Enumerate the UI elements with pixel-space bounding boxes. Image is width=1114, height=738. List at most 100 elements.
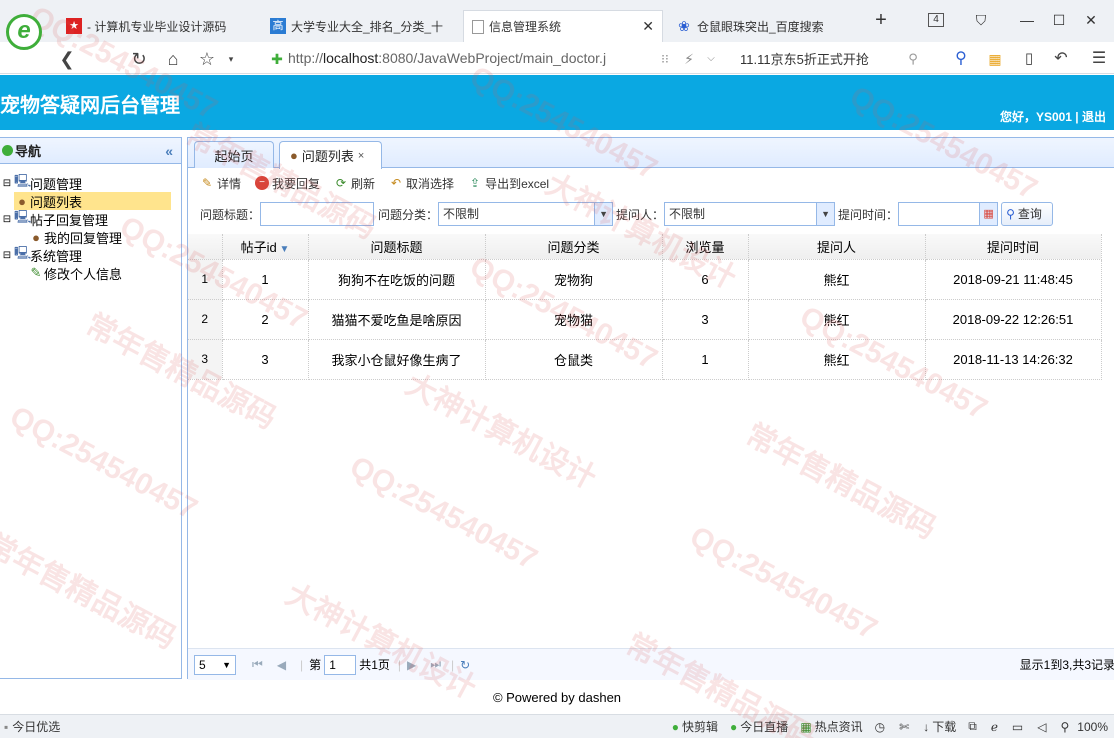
first-page-icon[interactable]: ⏮ bbox=[252, 657, 263, 672]
status-item[interactable]: 今日直播 bbox=[740, 718, 788, 735]
tree-node-edit-profile[interactable]: ✎ 修改个人信息 bbox=[28, 264, 181, 282]
cell-views: 3 bbox=[662, 299, 749, 340]
tab-count-badge[interactable]: 4 bbox=[928, 13, 944, 27]
last-page-icon[interactable]: ⏭ bbox=[430, 657, 441, 672]
prev-page-icon[interactable]: ◀ bbox=[277, 658, 286, 672]
star-icon[interactable]: ☆ bbox=[196, 48, 218, 70]
table-row[interactable]: 2 2 猫猫不爱吃鱼是啥原因 宠物猫 3 熊红 2018-09-22 12:26… bbox=[188, 299, 1102, 340]
page-prefix: 第 bbox=[309, 658, 322, 672]
zoom-icon[interactable]: ⚲ bbox=[1061, 720, 1070, 734]
ie-icon[interactable]: ℯ bbox=[991, 720, 998, 734]
close-tab-icon[interactable]: ✕ bbox=[642, 18, 654, 35]
pager-refresh-icon[interactable]: ↻ bbox=[460, 658, 470, 672]
calendar-icon[interactable]: ▦ bbox=[979, 203, 998, 225]
refresh-button[interactable]: ⟳ 刷新 bbox=[334, 172, 375, 194]
zoom-level[interactable]: 100% bbox=[1077, 720, 1108, 734]
minimize-icon[interactable]: — bbox=[1016, 10, 1038, 30]
table-row[interactable]: 3 3 我家小仓鼠好像生病了 仓鼠类 1 熊红 2018-11-13 14:26… bbox=[188, 339, 1102, 380]
column-header-title[interactable]: 问题标题 bbox=[308, 234, 486, 260]
cell-title: 狗狗不在吃饭的问题 bbox=[308, 259, 486, 300]
refresh-icon[interactable]: ↻ bbox=[128, 48, 150, 70]
address-dropdown-icon[interactable]: ⌵ bbox=[700, 48, 722, 70]
export-icon: ⇪ bbox=[470, 176, 481, 190]
column-header-id[interactable]: 帖子id ▼ bbox=[222, 234, 309, 260]
column-header-views[interactable]: 浏览量 bbox=[662, 234, 749, 260]
rownum-header bbox=[188, 234, 223, 260]
new-tab-icon[interactable]: + bbox=[870, 10, 892, 30]
shirt-icon[interactable]: ⛉ bbox=[970, 10, 992, 30]
search-icon[interactable]: ⚲ bbox=[950, 48, 972, 70]
cell-views: 1 bbox=[662, 339, 749, 380]
status-item[interactable]: 热点资讯 bbox=[815, 718, 863, 735]
tools-icon[interactable]: ✄ bbox=[899, 720, 909, 734]
pencil-icon: ✎ bbox=[30, 265, 42, 280]
asker-filter-select[interactable]: 不限制 ▼ bbox=[664, 202, 836, 226]
column-header-time[interactable]: 提问时间 bbox=[925, 234, 1102, 260]
browser-tab-label: - 计算机专业毕业设计源码 bbox=[87, 19, 227, 34]
browser-tab-4[interactable]: ❀ 仓鼠眼珠突出_百度搜索 bbox=[668, 10, 858, 42]
user-greeting[interactable]: 您好，YS001 | 退出 bbox=[1000, 108, 1106, 125]
detail-button[interactable]: ✎ 详情 bbox=[200, 172, 241, 194]
lightning-icon[interactable]: ⚡ bbox=[678, 48, 700, 70]
chevron-down-icon[interactable]: ▼ bbox=[594, 203, 613, 225]
browser-tab-1[interactable]: ★ - 计算机专业毕业设计源码 bbox=[58, 10, 258, 42]
table-row[interactable]: 1 1 狗狗不在吃饭的问题 宠物狗 6 熊红 2018-09-21 11:48:… bbox=[188, 259, 1102, 300]
next-page-icon[interactable]: ▶ bbox=[407, 658, 416, 672]
search-small-icon[interactable]: ⚲ bbox=[902, 48, 924, 70]
collapse-icon[interactable]: « bbox=[165, 143, 173, 159]
tree-collapse-icon[interactable]: ⊟ bbox=[0, 250, 14, 261]
phone-icon[interactable]: ▯ bbox=[1018, 48, 1040, 70]
download-icon: ↓ bbox=[923, 719, 930, 734]
clear-selection-button[interactable]: ↶ 取消选择 bbox=[389, 172, 454, 194]
row-number: 1 bbox=[188, 259, 223, 300]
page-number-input[interactable] bbox=[324, 654, 357, 675]
title-filter-input[interactable] bbox=[260, 202, 375, 226]
column-header-asker[interactable]: 提问人 bbox=[748, 234, 926, 260]
home-icon[interactable]: ⌂ bbox=[162, 48, 184, 70]
tab-question-list[interactable]: ● 问题列表 × bbox=[279, 141, 382, 169]
export-excel-button[interactable]: ⇪ 导出到excel bbox=[468, 172, 549, 194]
tree-node-reply-mgmt[interactable]: ⊟ 🖳 帖子回复管理 bbox=[0, 209, 181, 228]
screen-icon[interactable]: ▭ bbox=[1012, 720, 1023, 734]
maximize-icon[interactable]: ☐ bbox=[1048, 10, 1070, 30]
query-button[interactable]: ⚲ 查询 bbox=[1001, 202, 1054, 226]
clock-icon[interactable]: ◷ bbox=[875, 720, 885, 734]
close-window-icon[interactable]: ✕ bbox=[1080, 10, 1102, 30]
column-header-category[interactable]: 问题分类 bbox=[485, 234, 663, 260]
sort-desc-icon[interactable]: ▼ bbox=[277, 244, 289, 255]
undo-icon[interactable]: ↶ bbox=[1050, 48, 1072, 70]
category-filter-select[interactable]: 不限制 ▼ bbox=[438, 202, 614, 226]
back-icon[interactable]: ❮ bbox=[56, 48, 78, 70]
cell-time: 2018-11-13 14:26:32 bbox=[925, 339, 1102, 380]
tree-node-question-list[interactable]: ● 问题列表 bbox=[14, 192, 171, 210]
browser-tab-2[interactable]: 高 大学专业大全_排名_分类_十 bbox=[262, 10, 458, 42]
status-item[interactable]: 快剪辑 bbox=[682, 718, 718, 735]
tree-node-my-replies[interactable]: ● 我的回复管理 bbox=[28, 228, 181, 246]
browser-tab-3[interactable]: 信息管理系统 ✕ bbox=[463, 10, 663, 42]
cell-time: 2018-09-21 11:48:45 bbox=[925, 259, 1102, 300]
status-item[interactable]: 下载 bbox=[932, 718, 956, 735]
menu-icon[interactable]: ☰ bbox=[1088, 48, 1110, 70]
cell-asker: 熊红 bbox=[748, 259, 926, 300]
star-dropdown-icon[interactable]: ▾ bbox=[220, 48, 242, 70]
browser-logo-icon: e bbox=[6, 14, 42, 50]
tab-close-icon[interactable]: × bbox=[358, 150, 364, 162]
tree-collapse-icon[interactable]: ⊟ bbox=[0, 214, 14, 225]
chevron-down-icon[interactable]: ▼ bbox=[222, 654, 231, 676]
apps-icon[interactable]: ▦ bbox=[984, 48, 1006, 70]
tree-collapse-icon[interactable]: ⊟ bbox=[0, 178, 14, 189]
window-icon[interactable]: ⧉ bbox=[968, 719, 977, 734]
time-filter-input[interactable]: ▦ bbox=[898, 202, 999, 226]
status-left-text[interactable]: 今日优选 bbox=[12, 718, 60, 735]
search-suggestion-text: 11.11京东5折正式开抢 bbox=[740, 51, 869, 67]
volume-icon[interactable]: ◁ bbox=[1037, 720, 1046, 734]
tab-start-page[interactable]: 起始页 bbox=[194, 141, 274, 168]
question-table: 帖子id ▼ 问题标题 问题分类 浏览量 提问人 提问时间 1 1 狗狗不在吃饭… bbox=[188, 234, 1102, 380]
cell-category: 仓鼠类 bbox=[485, 339, 663, 380]
tree-node-question-mgmt[interactable]: ⊟ 🖳 问题管理 bbox=[0, 173, 181, 192]
chevron-down-icon[interactable]: ▼ bbox=[816, 203, 835, 225]
tree-node-system-mgmt[interactable]: ⊟ 🖳 系统管理 bbox=[0, 245, 181, 264]
page-size-select[interactable]: 5 ▼ bbox=[194, 654, 236, 676]
grid-icon[interactable]: ⁝⁝ bbox=[654, 48, 676, 70]
reply-button[interactable]: − 我要回复 bbox=[255, 172, 320, 194]
